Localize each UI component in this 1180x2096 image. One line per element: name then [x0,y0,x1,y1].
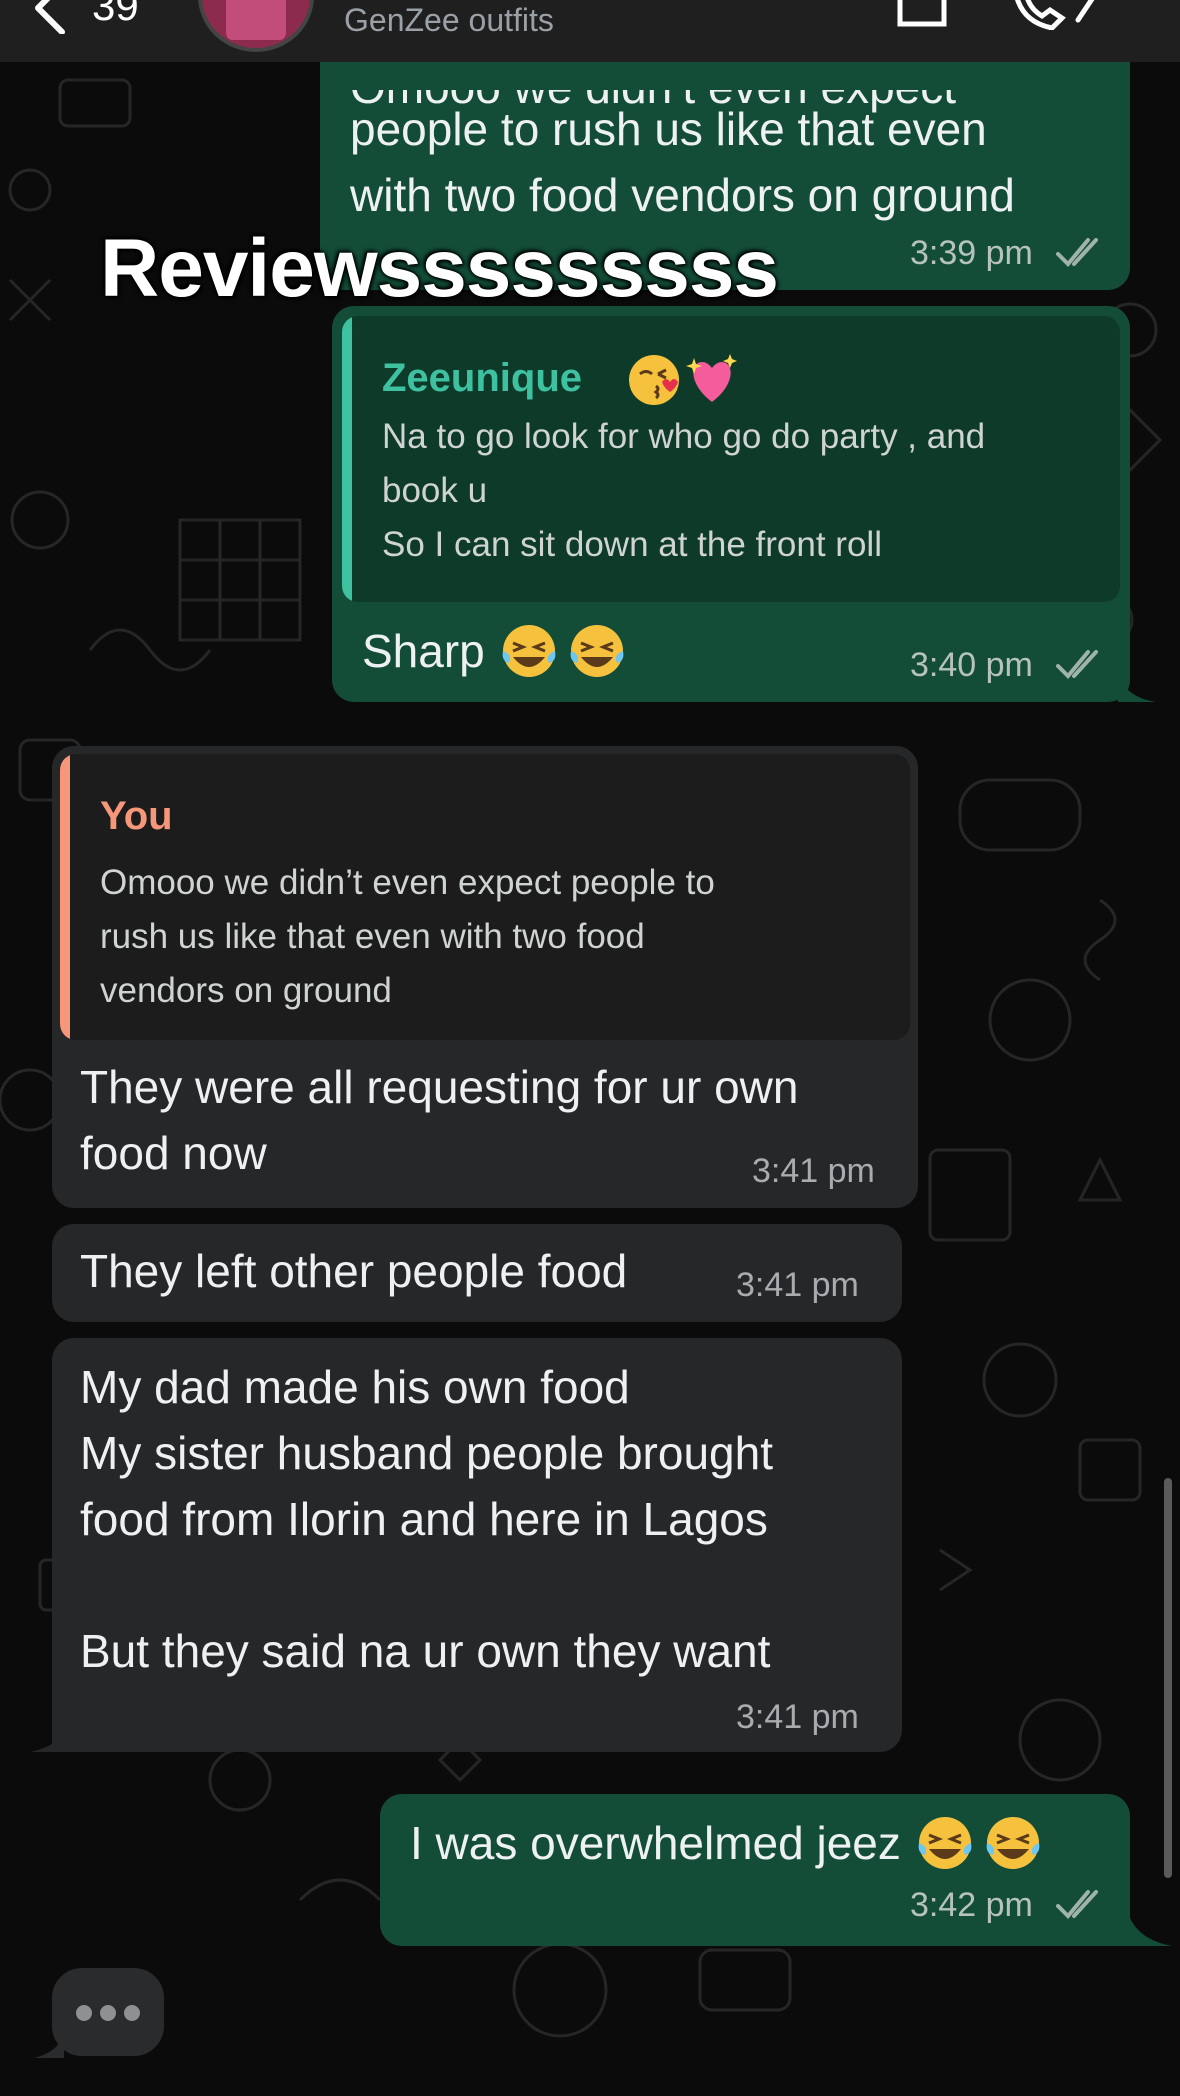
voice-call-icon[interactable] [1008,0,1108,30]
quoted-message[interactable]: Zeeunique Na to go look for who go do pa… [342,316,1120,602]
tears-of-joy-emoji-icon [570,625,624,677]
video-call-icon[interactable] [896,0,956,30]
message-time: 3:41 pm [736,1698,859,1736]
read-receipt-icon [1056,650,1098,679]
message-time: 3:41 pm [752,1152,875,1190]
tears-of-joy-emoji-icon [502,625,556,677]
typing-tail [34,2034,64,2058]
quote-author: You [100,794,173,838]
group-avatar[interactable] [198,0,314,52]
bubble-tail [1130,1918,1172,1946]
message-time: 3:41 pm [736,1266,859,1304]
message-text-line: people to rush us like that even [350,103,987,155]
quote-text: Omooo we didn’t even expect people to ru… [100,863,715,1010]
tears-of-joy-emoji-icon [986,1817,1040,1869]
quote-author: Zeeunique [382,356,583,400]
unread-count[interactable]: 39 [92,0,139,30]
bubble-tail [1118,676,1156,702]
message-text-line: with two food vendors on ground [350,169,1015,221]
message-bubble-incoming[interactable]: They left other people food 3:41 pm [52,1224,902,1322]
message-text: I was overwhelmed jeez [410,1817,901,1869]
message-time: 3:40 pm [910,646,1033,684]
group-subtitle[interactable]: GenZee outfits [344,2,554,39]
read-receipt-icon [1056,238,1098,267]
bubble-tail [30,1724,70,1752]
message-bubble-outgoing[interactable]: Zeeunique Na to go look for who go do pa… [332,306,1156,702]
typing-indicator [52,1968,164,2056]
scrollbar[interactable] [1164,1478,1172,1878]
quoted-message[interactable]: You Omooo we didn’t even expect people t… [60,754,910,1040]
message-bubble-outgoing[interactable]: I was overwhelmed jeez 3:42 pm [380,1794,1130,1946]
overlay-caption: Reviewsssssssss [100,223,779,314]
read-receipt-icon [1056,1890,1098,1919]
chat-header: 39 GenZee outfits [0,0,1180,62]
tears-of-joy-emoji-icon [918,1817,972,1869]
back-arrow-icon[interactable] [22,0,82,34]
message-time: 3:39 pm [910,234,1033,272]
message-bubble-incoming[interactable]: My dad made his own food My sister husba… [52,1338,902,1752]
message-text: They were all requesting for ur own food… [80,1061,799,1179]
message-time: 3:42 pm [910,1886,1033,1924]
message-text: Sharp [362,625,485,677]
message-text: They left other people food [80,1245,628,1297]
sparkling-heart-emoji-icon [686,354,737,402]
message-text: My dad made his own food My sister husba… [80,1361,773,1677]
quote-text: Na to go look for who go do party , and … [382,417,986,564]
kiss-emoji-icon [629,355,679,405]
message-bubble-incoming[interactable]: You Omooo we didn’t even expect people t… [52,746,918,1208]
